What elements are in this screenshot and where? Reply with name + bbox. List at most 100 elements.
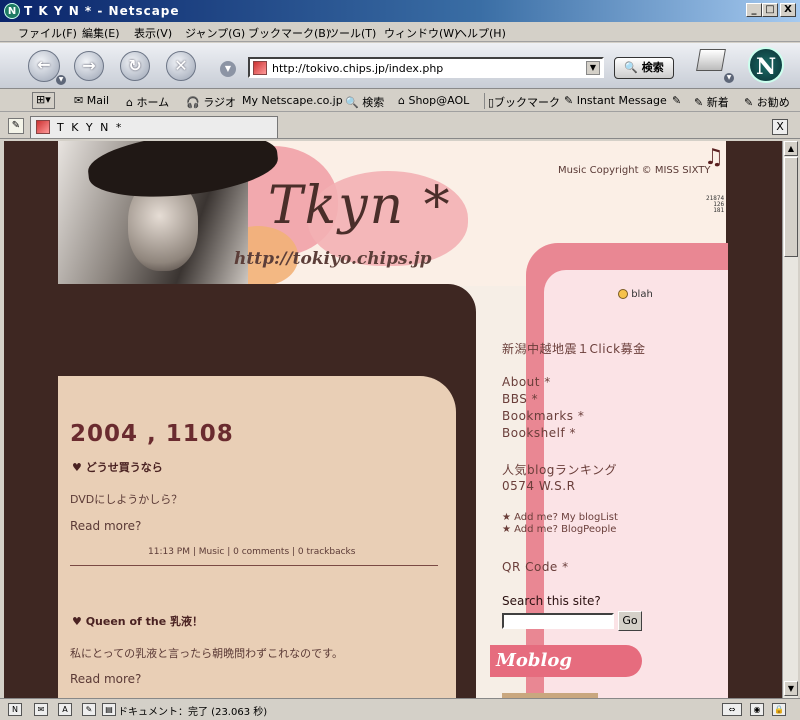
back-history-dropdown[interactable]: ▼ [56,75,66,85]
entry-divider [70,565,438,566]
new-tab-icon[interactable]: ✎ [8,118,24,134]
menu-edit[interactable]: 編集(E) [82,25,120,41]
entry-meta[interactable]: 11:13 PM | Music | 0 comments | 0 trackb… [148,547,355,557]
menu-file[interactable]: ファイル(F) [18,25,77,41]
scroll-down-arrow[interactable]: ▼ [784,681,798,696]
back-button[interactable]: ← [28,50,60,82]
forward-button[interactable]: → [74,51,104,81]
vertical-scrollbar[interactable]: ▲ ▼ [782,141,798,698]
smiley-icon [618,289,628,299]
aim-status-icon[interactable]: A [58,703,72,716]
search-button[interactable]: 🔍 検索 [614,57,674,79]
status-bar: N ✉ A ✎ ▤ ドキュメント：完了 (23.063 秒) ⇔ ◉ 🔒 [0,698,800,720]
address-bar[interactable]: http://tokivo.chips.jp/index.php ▼ [248,57,604,78]
tab-bar: ✎ T K Y N * X [0,113,800,139]
blah-label: blah [631,289,653,300]
read-more-link[interactable]: Read more? [70,519,141,533]
address-dropdown-icon[interactable]: ▼ [586,61,600,75]
menu-bar: ファイル(F) 編集(E) 表示(V) ジャンプ(G) ブックマーク(B) ツー… [0,22,800,42]
close-tab-button[interactable]: X [772,119,788,135]
blog-logo-url: http://tokiyo.chips.jp [234,249,432,269]
window-title: T K Y N * - Netscape [24,4,180,18]
toolbar-separator [484,93,485,109]
menu-help[interactable]: ヘルプ(H) [456,25,506,41]
url-history-dropdown[interactable]: ▼ [220,61,236,77]
address-input[interactable]: http://tokivo.chips.jp/index.php [272,62,443,75]
bookmark-home[interactable]: ⌂ ホーム [126,94,169,110]
menu-bookmarks[interactable]: ブックマーク(B) [248,25,330,41]
sidebar-link-bookshelf[interactable]: Bookshelf * [502,426,576,440]
moblog-title: Moblog [496,650,572,671]
tab-tkyn[interactable]: T K Y N * [30,116,278,138]
entry-date: 2004 , 1108 [70,421,234,447]
bookmark-search[interactable]: 🔍 検索 [345,94,384,110]
menu-window[interactable]: ウィンドウ(W) [384,25,458,41]
close-window-button[interactable]: X [780,3,796,17]
bookmark-shop-aol[interactable]: ⌂ Shop@AOL [398,94,469,107]
menu-go[interactable]: ジャンプ(G) [185,25,245,41]
bookmark-netscape[interactable]: My Netscape.co.jp [242,94,343,107]
blah-link[interactable]: blah [618,289,653,300]
scroll-up-arrow[interactable]: ▲ [784,141,798,156]
netscape-status-icon[interactable]: N [8,703,22,716]
mail-print-icon[interactable] [696,49,726,71]
site-search-label: Search this site? [502,594,601,608]
mail-dropdown[interactable]: ▼ [724,73,734,83]
tab-favicon [36,120,50,134]
minimize-button[interactable]: _ [746,3,762,17]
sidebar-link-bbs[interactable]: BBS * [502,392,538,406]
toolbar-toggle-icon[interactable]: ⊞▾ [32,92,55,109]
scroll-thumb[interactable] [784,157,798,257]
sidebar-quake-donation[interactable]: 新潟中越地震１Click募金 [502,340,646,357]
menu-view[interactable]: 表示(V) [134,25,172,41]
browser-window: N T K Y N * - Netscape _ □ X ファイル(F) 編集(… [0,0,800,720]
personal-toolbar: ⊞▾ ✉ Mail ⌂ ホーム 🎧 ラジオ My Netscape.co.jp … [0,90,800,112]
header-photo [58,141,281,286]
title-bar: N T K Y N * - Netscape _ □ X [0,0,800,22]
music-copyright: Music Copyright © MISS SIXTY [558,165,711,176]
entry-body: 私にとっての乳液と言ったら朝晩問わずこれなのです。 [70,647,344,660]
bookmark-unnamed[interactable]: ✎ [672,94,681,107]
sidebar-ranking-link[interactable]: 人気blogランキング [502,461,617,478]
connection-icon[interactable]: ⇔ [722,703,742,716]
music-note-icon[interactable]: ♫ [704,145,724,170]
stop-button[interactable]: ✕ [166,51,196,81]
privacy-icon[interactable]: ◉ [750,703,764,716]
address-book-icon[interactable]: ▤ [102,703,116,716]
mail-status-icon[interactable]: ✉ [34,703,48,716]
netscape-app-icon: N [4,3,20,19]
entry-title: ♥ どうせ買うなら [72,461,163,474]
sidebar-wsr-link[interactable]: 0574 W.S.R [502,479,575,493]
site-search-input[interactable] [502,613,614,629]
maximize-button[interactable]: □ [762,3,778,17]
counter-yesterday: 181 [713,207,725,214]
sidebar-qr-code[interactable]: QR Code * [502,560,569,574]
composer-status-icon[interactable]: ✎ [82,703,96,716]
menu-tools[interactable]: ツール(T) [328,25,376,41]
read-more-link[interactable]: Read more? [70,672,141,686]
site-search-go-button[interactable]: Go [618,611,642,631]
security-lock-icon[interactable]: 🔒 [772,703,786,716]
bookmark-recommended[interactable]: ✎ お勧め [744,94,790,110]
navigation-toolbar: ← ▼ → ↻ ✕ ▼ http://tokivo.chips.jp/index… [0,43,800,89]
bookmark-radio[interactable]: 🎧 ラジオ [186,94,236,110]
sidebar-link-bookmarks[interactable]: Bookmarks * [502,409,584,423]
entry-body: DVDにしようかしら？ [70,493,183,506]
bookmark-new[interactable]: ✎ 新着 [694,94,729,110]
sidebar-link-about[interactable]: About * [502,375,551,389]
access-counter: 21874 126 181 [706,196,724,214]
blog-logo[interactable]: Tkyn * [268,176,452,236]
status-text: ドキュメント：完了 (23.063 秒) [118,707,268,718]
bookmark-mail[interactable]: ✉ Mail [74,94,109,107]
moblog-banner: Moblog [490,645,642,677]
tab-label: T K Y N * [57,121,124,134]
bookmarks-menu[interactable]: ▯ブックマーク [488,94,560,110]
add-me-blogpeople[interactable]: ★ Add me? BlogPeople [502,524,616,535]
site-favicon [253,61,267,75]
entry-title: ♥ Queen of the 乳液！ [72,615,204,628]
netscape-logo-icon[interactable]: N [748,47,784,83]
reload-button[interactable]: ↻ [120,51,150,81]
bookmark-instant-message[interactable]: ✎ Instant Message [564,94,667,107]
add-me-bloglist[interactable]: ★ Add me? My blogList [502,512,618,523]
page-viewport: Tkyn * http://tokiyo.chips.jp Music Copy… [4,141,782,698]
